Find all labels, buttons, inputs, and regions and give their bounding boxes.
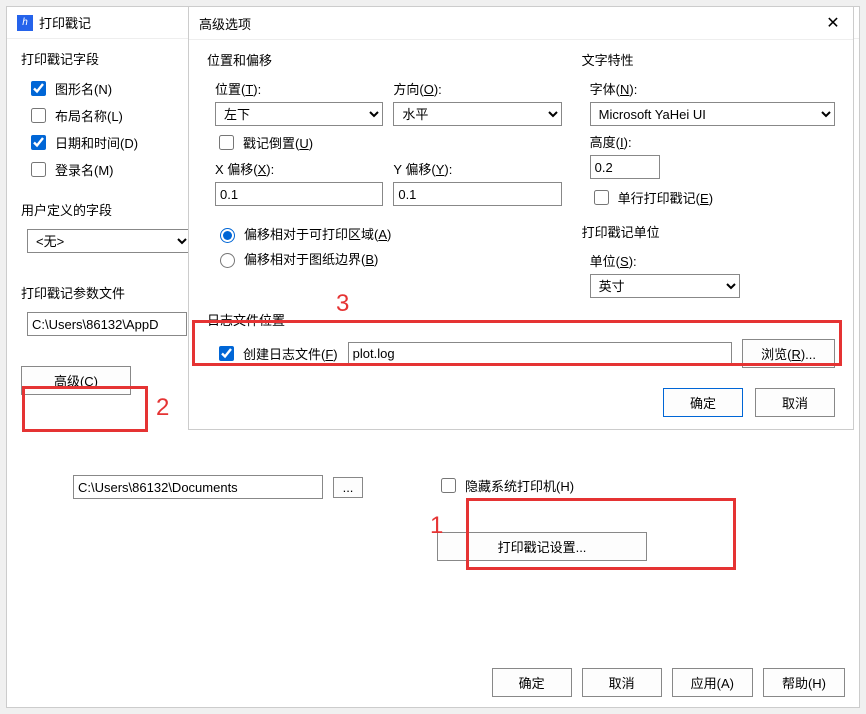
position-select[interactable]: 左下 <box>215 102 383 126</box>
browse-log-button[interactable]: 浏览(R)... <box>742 339 835 368</box>
radio-printable-area[interactable]: 偏移相对于可打印区域(A) <box>215 224 562 243</box>
height-label: 高度(I): <box>590 132 835 151</box>
cb-login[interactable]: 登录名(M) <box>27 159 191 180</box>
main-help-button[interactable]: 帮助(H) <box>763 668 845 697</box>
paramfile-legend: 打印戳记参数文件 <box>21 283 191 302</box>
cb-invert[interactable]: 戳记倒置(U) <box>215 132 562 153</box>
dir-label: 方向(O): <box>393 79 561 98</box>
unit-select[interactable]: 英寸 <box>590 274 740 298</box>
advanced-options-dialog: 高级选项 ✕ 位置和偏移 位置(T): 左下 方向(O): 水平 <box>188 6 854 430</box>
cb-hide-printer[interactable]: 隐藏系统打印机(H) <box>437 475 647 496</box>
cb-drawing-input[interactable] <box>31 81 46 96</box>
close-icon[interactable]: ✕ <box>823 13 843 33</box>
radio-paper-input[interactable] <box>220 253 235 268</box>
text-legend: 文字特性 <box>582 50 835 69</box>
cb-create-log-input[interactable] <box>219 346 234 361</box>
main-cancel-button[interactable]: 取消 <box>582 668 662 697</box>
yoffset-input[interactable] <box>393 182 561 206</box>
cb-hide-printer-input[interactable] <box>441 478 456 493</box>
unit-label: 单位(S): <box>590 251 835 270</box>
user-field-select[interactable]: <无> <box>27 229 191 253</box>
main-ok-button[interactable]: 确定 <box>492 668 572 697</box>
stamp-settings-button[interactable]: 打印戳记设置... <box>437 532 647 561</box>
cb-singleline[interactable]: 单行打印戳记(E) <box>590 187 835 208</box>
fields-legend: 打印戳记字段 <box>21 49 191 68</box>
main-footer: 确定 取消 应用(A) 帮助(H) <box>492 668 845 697</box>
unit-legend: 打印戳记单位 <box>582 222 835 241</box>
cb-datetime[interactable]: 日期和时间(D) <box>27 132 191 153</box>
pos-legend: 位置和偏移 <box>207 50 562 69</box>
height-input[interactable] <box>590 155 660 179</box>
log-legend: 日志文件位置 <box>207 310 835 329</box>
advanced-button[interactable]: 高级(C) <box>21 366 131 395</box>
cb-datetime-input[interactable] <box>31 135 46 150</box>
adv-titlebar: 高级选项 ✕ <box>189 7 853 40</box>
docpath-input[interactable] <box>73 475 323 499</box>
docpath-browse-button[interactable]: ... <box>333 477 363 498</box>
app-icon: h <box>17 15 33 31</box>
yoff-label: Y 偏移(Y): <box>393 159 561 178</box>
cb-layout-input[interactable] <box>31 108 46 123</box>
paramfile-input[interactable] <box>27 312 187 336</box>
font-label: 字体(N): <box>590 79 835 98</box>
adv-cancel-button[interactable]: 取消 <box>755 388 835 417</box>
font-select[interactable]: Microsoft YaHei UI <box>590 102 835 126</box>
cb-login-input[interactable] <box>31 162 46 177</box>
xoffset-input[interactable] <box>215 182 383 206</box>
cb-singleline-input[interactable] <box>594 190 609 205</box>
direction-select[interactable]: 水平 <box>393 102 561 126</box>
cb-create-log[interactable]: 创建日志文件(F) <box>215 343 338 364</box>
radio-printable-input[interactable] <box>220 228 235 243</box>
xoff-label: X 偏移(X): <box>215 159 383 178</box>
logfile-input[interactable] <box>348 342 732 366</box>
radio-paper-bounds[interactable]: 偏移相对于图纸边界(B) <box>215 249 562 268</box>
adv-title: 高级选项 <box>199 14 823 33</box>
pos-label: 位置(T): <box>215 79 383 98</box>
cb-invert-input[interactable] <box>219 135 234 150</box>
cb-layout-name[interactable]: 布局名称(L) <box>27 105 191 126</box>
adv-ok-button[interactable]: 确定 <box>663 388 743 417</box>
main-apply-button[interactable]: 应用(A) <box>672 668 753 697</box>
cb-drawing-name[interactable]: 图形名(N) <box>27 78 191 99</box>
user-fields-legend: 用户定义的字段 <box>21 200 191 219</box>
